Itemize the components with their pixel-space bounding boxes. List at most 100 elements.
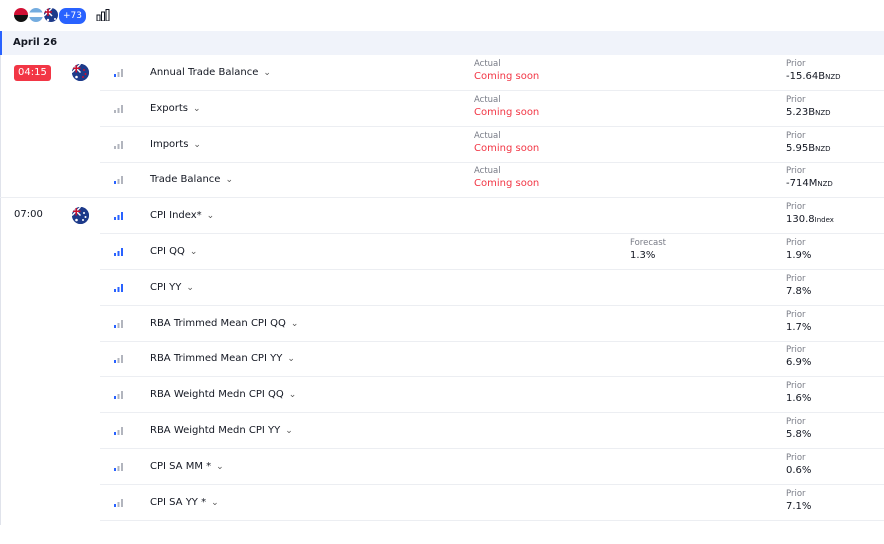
prior-value-text: -714M xyxy=(786,178,818,190)
forecast-label: Forecast xyxy=(630,238,666,248)
event-name[interactable]: CPI SA YY * ⌄ xyxy=(150,497,219,508)
event-row[interactable]: CPI SA MM * ⌄ Prior 0.6% xyxy=(0,449,884,485)
chevron-down-icon[interactable]: ⌄ xyxy=(287,354,295,364)
chevron-down-icon[interactable]: ⌄ xyxy=(190,247,198,257)
event-name[interactable]: RBA Trimmed Mean CPI YY ⌄ xyxy=(150,353,295,364)
importance-bar xyxy=(117,143,120,149)
event-name[interactable]: CPI SA MM * ⌄ xyxy=(150,461,224,472)
importance-bar xyxy=(121,69,123,77)
event-row[interactable]: RBA Trimmed Mean CPI QQ ⌄ Prior 1.7% xyxy=(0,306,884,342)
event-name-label: RBA Trimmed Mean CPI YY xyxy=(150,353,283,365)
event-row[interactable]: CPI SA YY * ⌄ Prior 7.1% xyxy=(0,485,884,521)
prior-value: 7.1% xyxy=(786,501,811,512)
chevron-down-icon[interactable]: ⌄ xyxy=(193,140,201,150)
prior-value: 1.9% xyxy=(786,250,811,261)
prior-label: Prior xyxy=(786,417,806,427)
actual-label: Actual xyxy=(474,166,501,177)
prior-value: 1.6% xyxy=(786,393,811,404)
row-divider xyxy=(100,519,884,521)
importance-icon xyxy=(114,140,123,149)
event-row[interactable]: CPI YY ⌄ Prior 7.8% xyxy=(0,270,884,306)
event-row[interactable]: RBA Weightd Medn CPI YY ⌄ Prior 5.8% xyxy=(0,413,884,449)
argentina-flag-icon[interactable] xyxy=(28,7,44,23)
bar-chart-icon[interactable] xyxy=(96,9,110,21)
event-name[interactable]: Exports ⌄ xyxy=(150,103,201,114)
importance-bar xyxy=(121,462,123,471)
chevron-down-icon[interactable]: ⌄ xyxy=(211,498,219,508)
actual-label: Actual xyxy=(474,130,501,141)
prior-unit: Index xyxy=(814,216,834,225)
event-row[interactable]: RBA Weightd Medn CPI QQ ⌄ Prior 1.6% xyxy=(0,377,884,414)
importance-icon xyxy=(114,355,123,364)
event-name[interactable]: CPI Index* ⌄ xyxy=(150,210,214,221)
event-name[interactable]: RBA Weightd Medn CPI QQ ⌄ xyxy=(150,389,296,400)
event-name[interactable]: RBA Weightd Medn CPI YY ⌄ xyxy=(150,425,293,436)
event-row[interactable]: 04:15 Annual Trade Balance ⌄ Actual Coming s… xyxy=(0,55,884,91)
prior-value-text: 5.8% xyxy=(786,429,812,440)
importance-bar xyxy=(121,319,123,328)
importance-bar xyxy=(121,498,123,507)
chevron-down-icon[interactable]: ⌄ xyxy=(263,68,271,78)
importance-bar xyxy=(117,322,120,328)
chevron-down-icon[interactable]: ⌄ xyxy=(225,175,233,185)
actual-value-text: Coming soon xyxy=(474,106,540,118)
prior-value-text: 1.6% xyxy=(786,393,812,405)
event-name-label: CPI YY xyxy=(150,281,182,293)
importance-icon xyxy=(114,319,123,328)
chevron-down-icon[interactable]: ⌄ xyxy=(289,390,297,400)
importance-bar xyxy=(114,396,116,400)
importance-icon xyxy=(114,427,123,435)
prior-label: Prior xyxy=(786,381,806,392)
angola-flag-icon[interactable] xyxy=(13,7,29,23)
date-group-header: April 26 xyxy=(0,31,884,55)
event-name[interactable]: RBA Trimmed Mean CPI QQ ⌄ xyxy=(150,318,298,329)
event-time: 04:15 xyxy=(14,65,51,81)
importance-icon xyxy=(114,498,123,507)
event-name[interactable]: Imports ⌄ xyxy=(150,139,201,150)
importance-icon xyxy=(114,104,123,113)
chevron-down-icon[interactable]: ⌄ xyxy=(291,319,299,329)
chevron-down-icon[interactable]: ⌄ xyxy=(186,283,194,293)
importance-bar xyxy=(114,145,116,149)
chevron-down-icon[interactable]: ⌄ xyxy=(285,426,293,436)
event-row[interactable]: Trade Balance ⌄ Actual Coming soon Prior -714… xyxy=(0,162,884,199)
event-name[interactable]: Annual Trade Balance ⌄ xyxy=(150,67,271,78)
importance-bar xyxy=(114,503,116,507)
event-row[interactable]: Imports ⌄ Actual Coming soon Prior 5.95BNZD xyxy=(0,127,884,163)
prior-label: Prior xyxy=(786,273,806,284)
event-name[interactable]: Trade Balance ⌄ xyxy=(150,174,233,185)
prior-value: 5.23BNZD xyxy=(786,107,831,118)
event-name-label: RBA Trimmed Mean CPI QQ xyxy=(150,317,286,329)
prior-unit: NZD xyxy=(825,73,841,81)
importance-bar xyxy=(114,217,116,221)
event-name-label: RBA Weightd Medn CPI QQ xyxy=(150,389,284,401)
prior-label: Prior xyxy=(786,202,806,213)
chevron-down-icon[interactable]: ⌄ xyxy=(216,462,224,472)
forecast-value-text: 1.3% xyxy=(630,250,656,261)
event-name-label: Annual Trade Balance xyxy=(150,67,259,78)
importance-bar xyxy=(114,74,116,77)
importance-bar xyxy=(117,286,120,292)
importance-icon xyxy=(114,248,123,256)
event-name-label: Exports xyxy=(150,102,188,114)
prior-value-text: -15.64B xyxy=(786,71,826,82)
event-row[interactable]: 07:00 CPI Index* ⌄ Prior 130.8Index xyxy=(0,198,884,235)
prior-value-text: 5.23B xyxy=(786,106,816,118)
chevron-down-icon[interactable]: ⌄ xyxy=(193,104,201,114)
prior-value-text: 1.7% xyxy=(786,321,812,333)
chevron-down-icon[interactable]: ⌄ xyxy=(207,211,215,221)
event-row[interactable]: RBA Trimmed Mean CPI YY ⌄ Prior 6.9% xyxy=(0,341,884,378)
more-countries-badge[interactable]: +73 xyxy=(58,7,87,25)
event-name[interactable]: CPI YY ⌄ xyxy=(150,282,194,293)
importance-icon xyxy=(114,69,123,77)
importance-bar xyxy=(117,107,120,113)
event-name[interactable]: CPI QQ ⌄ xyxy=(150,246,197,257)
importance-bar xyxy=(114,181,116,185)
australia-flag-icon[interactable] xyxy=(43,7,59,23)
importance-bar xyxy=(117,358,120,364)
event-row[interactable]: Exports ⌄ Actual Coming soon Prior 5.23BNZD xyxy=(0,91,884,127)
prior-value: 6.9% xyxy=(786,357,811,368)
prior-value: 5.95BNZD xyxy=(786,143,831,154)
prior-label: Prior xyxy=(786,488,806,499)
event-row[interactable]: CPI QQ ⌄ Forecast 1.3% Prior 1.9% xyxy=(0,234,884,270)
